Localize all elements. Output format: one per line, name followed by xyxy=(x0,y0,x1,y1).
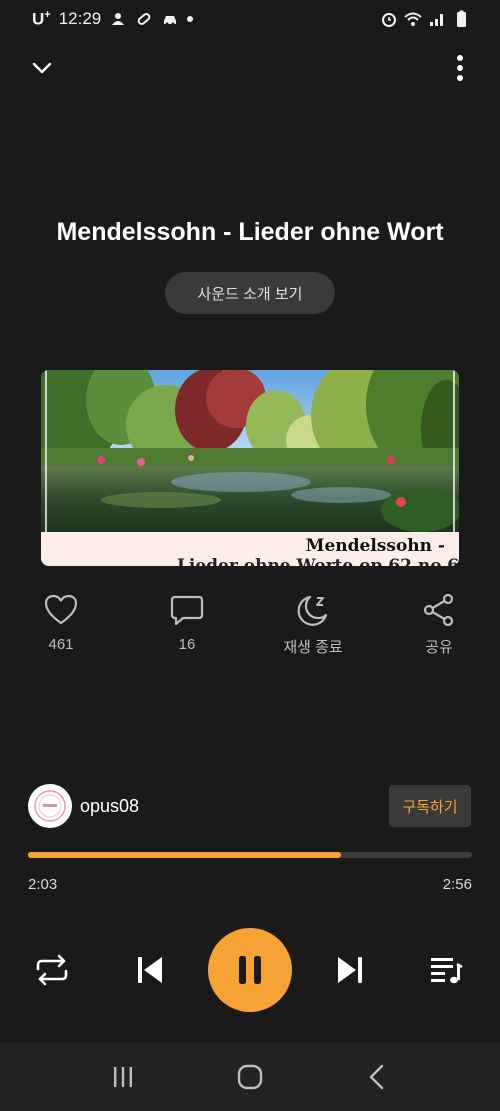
status-left: U+ 12:29 xyxy=(32,8,194,30)
share-button[interactable]: 공유 xyxy=(389,594,489,657)
system-nav-bar xyxy=(0,1043,500,1111)
car-icon xyxy=(164,16,177,26)
home-button[interactable] xyxy=(232,1059,268,1095)
back-button[interactable] xyxy=(359,1059,395,1095)
sleep-timer-button[interactable]: 재생 종료 xyxy=(263,594,363,657)
album-artwork: Mendelssohn - Lieder ohne Worte op.62 no… xyxy=(41,370,459,566)
share-label: 공유 xyxy=(425,639,453,656)
more-vertical-icon xyxy=(457,55,463,81)
status-bar: U+ 12:29 xyxy=(0,0,500,38)
player-header xyxy=(0,44,500,92)
more-notifications-dot xyxy=(187,16,194,22)
repeat-button[interactable] xyxy=(30,950,74,990)
playlist-icon xyxy=(431,958,463,984)
like-button[interactable]: 461 xyxy=(11,594,111,653)
wifi-icon xyxy=(404,12,422,26)
progress-bar[interactable] xyxy=(28,852,472,858)
skip-next-icon xyxy=(338,957,362,983)
sound-intro-button[interactable]: 사운드 소개 보기 xyxy=(165,272,335,314)
more-options-button[interactable] xyxy=(442,50,478,86)
back-icon xyxy=(369,1064,383,1090)
channel-info[interactable]: opus08 xyxy=(28,783,139,829)
pause-button[interactable] xyxy=(208,928,292,1012)
pill-icon xyxy=(137,13,151,25)
progress-fill xyxy=(28,852,342,858)
pause-icon xyxy=(239,956,261,984)
current-time: 2:03 xyxy=(28,876,58,893)
status-right xyxy=(380,10,470,28)
channel-avatar[interactable] xyxy=(28,784,72,828)
signal-icon xyxy=(430,14,443,26)
sleep-timer-label: 재생 종료 xyxy=(283,639,343,656)
recent-apps-icon xyxy=(114,1067,133,1087)
subscribe-button[interactable]: 구독하기 xyxy=(389,785,471,827)
comment-button[interactable]: 16 xyxy=(137,594,237,653)
notification-icon xyxy=(112,13,125,25)
heart-icon xyxy=(44,594,78,625)
track-title: Mendelssohn - Lieder ohne Wort xyxy=(56,218,444,246)
comment-count: 16 xyxy=(178,636,196,653)
chevron-down-icon xyxy=(32,62,52,74)
artwork-caption: Mendelssohn - Lieder ohne Worte op.62 no… xyxy=(41,532,459,566)
carrier-label: U+ xyxy=(32,8,51,29)
artwork-caption-line1: Mendelssohn - xyxy=(305,536,445,556)
share-icon xyxy=(423,594,454,626)
artwork-caption-line2: Lieder ohne Worte op.62 no.6 xyxy=(176,556,459,566)
repeat-icon xyxy=(36,954,68,986)
clock: 12:29 xyxy=(58,9,102,28)
action-row: 461 16 재생 종료 공유 xyxy=(0,594,500,664)
channel-name[interactable]: opus08 xyxy=(80,796,139,817)
previous-button[interactable] xyxy=(128,950,172,990)
total-time: 2:56 xyxy=(442,876,472,893)
playback-controls xyxy=(0,928,500,1012)
alarm-icon xyxy=(382,13,396,27)
like-count: 461 xyxy=(48,636,74,653)
next-button[interactable] xyxy=(328,950,372,990)
playlist-button[interactable] xyxy=(424,950,468,990)
home-icon xyxy=(237,1064,263,1090)
collapse-button[interactable] xyxy=(24,50,60,86)
battery-icon xyxy=(457,10,466,27)
skip-previous-icon xyxy=(138,957,162,983)
recent-apps-button[interactable] xyxy=(105,1059,141,1095)
moon-sleep-icon xyxy=(297,595,328,626)
comment-icon xyxy=(170,595,204,626)
opus-logo-icon xyxy=(34,790,66,822)
